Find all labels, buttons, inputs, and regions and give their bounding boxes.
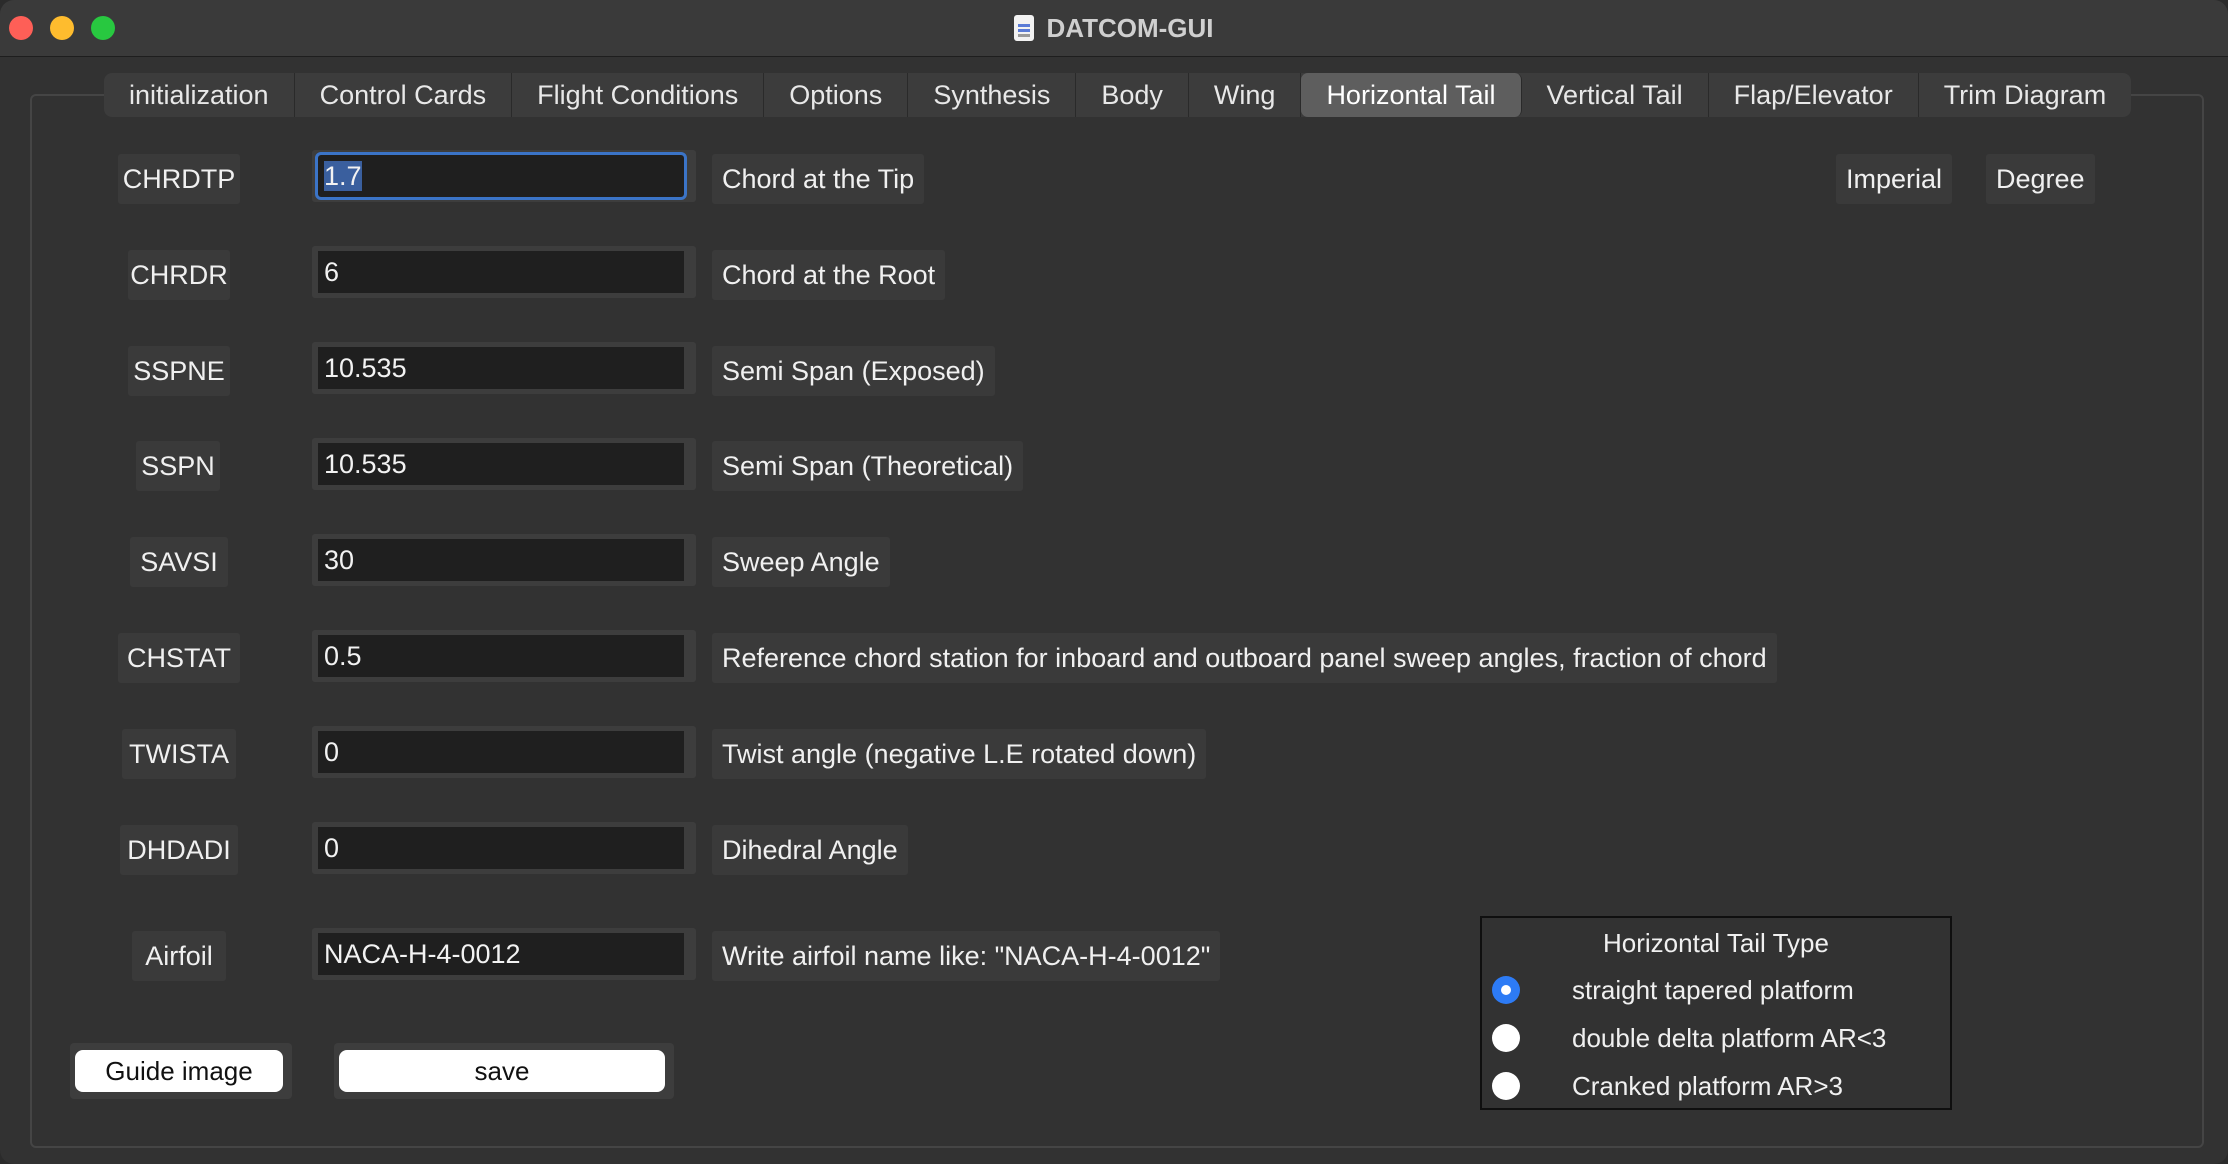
radio-label: double delta platform AR<3 [1572, 1022, 1887, 1053]
tab-synthesis[interactable]: Synthesis [908, 73, 1077, 117]
chrdr-field-frame: 6 [312, 246, 696, 298]
sspn-description: Semi Span (Theoretical) [712, 441, 1024, 491]
dhdadi-description: Dihedral Angle [712, 825, 908, 875]
app-window: DATCOM-GUI initialization Control Cards … [0, 0, 2228, 1164]
radio-unchecked-icon[interactable] [1492, 1024, 1520, 1052]
tab-bar: initialization Control Cards Flight Cond… [104, 73, 2132, 117]
airfoil-field-frame: NACA-H-4-0012 [312, 928, 696, 980]
twista-label: TWISTA [122, 729, 236, 779]
radio-unchecked-icon[interactable] [1492, 1072, 1520, 1100]
sspne-description: Semi Span (Exposed) [712, 346, 995, 396]
document-icon [1014, 15, 1035, 41]
tab-flap-elevator[interactable]: Flap/Elevator [1709, 73, 1919, 117]
chrdtp-input[interactable]: 1.7 [315, 152, 687, 200]
dhdadi-label: DHDADI [120, 825, 238, 875]
chstat-input[interactable]: 0.5 [318, 635, 684, 677]
chrdtp-field-frame: 1.7 [312, 150, 696, 202]
sspn-field-frame: 10.535 [312, 438, 696, 490]
airfoil-label: Airfoil [132, 931, 226, 981]
chstat-label: CHSTAT [118, 633, 240, 683]
twista-input[interactable]: 0 [318, 731, 684, 773]
unit-system-label: Imperial [1836, 154, 1953, 204]
airfoil-description: Write airfoil name like: "NACA-H-4-0012" [712, 931, 1221, 981]
twista-field-frame: 0 [312, 726, 696, 778]
angle-unit-label: Degree [1986, 154, 2095, 204]
radio-option-straight-tapered[interactable]: straight tapered platform [1492, 970, 1854, 1010]
chrdtp-label: CHRDTP [118, 154, 240, 204]
twista-description: Twist angle (negative L.E rotated down) [712, 729, 1207, 779]
radio-label: Cranked platform AR>3 [1572, 1070, 1843, 1101]
guide-image-button[interactable]: Guide image [75, 1050, 283, 1092]
tab-options[interactable]: Options [764, 73, 909, 117]
window-title: DATCOM-GUI [1046, 12, 1214, 43]
sspne-input[interactable]: 10.535 [318, 347, 684, 389]
radio-checked-icon[interactable] [1492, 976, 1520, 1004]
sspne-label: SSPNE [128, 346, 230, 396]
chrdr-description: Chord at the Root [712, 250, 946, 300]
title-bar: DATCOM-GUI [0, 0, 2228, 57]
tab-trim-diagram[interactable]: Trim Diagram [1919, 73, 2132, 117]
chrdr-label: CHRDR [128, 250, 230, 300]
horizontal-tail-type-group: Horizontal Tail Type straight tapered pl… [1480, 916, 1952, 1110]
guide-button-frame: Guide image [70, 1043, 292, 1099]
chrdtp-value: 1.7 [324, 161, 362, 191]
tab-flight-conditions[interactable]: Flight Conditions [512, 73, 765, 117]
sspn-input[interactable]: 10.535 [318, 443, 684, 485]
radio-option-double-delta[interactable]: double delta platform AR<3 [1492, 1018, 1886, 1058]
chstat-field-frame: 0.5 [312, 630, 696, 682]
savsi-label: SAVSI [130, 537, 228, 587]
tab-control-cards[interactable]: Control Cards [295, 73, 513, 117]
radio-option-cranked[interactable]: Cranked platform AR>3 [1492, 1066, 1843, 1106]
dhdadi-input[interactable]: 0 [318, 827, 684, 869]
chstat-description: Reference chord station for inboard and … [712, 633, 1777, 683]
chrdtp-description: Chord at the Tip [712, 154, 925, 204]
radio-label: straight tapered platform [1572, 974, 1854, 1005]
tab-vertical-tail[interactable]: Vertical Tail [1522, 73, 1709, 117]
savsi-description: Sweep Angle [712, 537, 890, 587]
tab-horizontal-tail[interactable]: Horizontal Tail [1301, 73, 1522, 117]
sspne-field-frame: 10.535 [312, 342, 696, 394]
dhdadi-field-frame: 0 [312, 822, 696, 874]
savsi-field-frame: 30 [312, 534, 696, 586]
sspn-label: SSPN [136, 441, 220, 491]
airfoil-input[interactable]: NACA-H-4-0012 [318, 933, 684, 975]
tab-body[interactable]: Body [1076, 73, 1189, 117]
save-button-frame: save [334, 1043, 674, 1099]
tab-initialization[interactable]: initialization [104, 73, 295, 117]
group-title: Horizontal Tail Type [1603, 928, 1829, 958]
save-button[interactable]: save [339, 1050, 665, 1092]
window-title-group: DATCOM-GUI [0, 0, 2228, 56]
savsi-input[interactable]: 30 [318, 539, 684, 581]
tab-wing[interactable]: Wing [1189, 73, 1302, 117]
chrdr-input[interactable]: 6 [318, 251, 684, 293]
